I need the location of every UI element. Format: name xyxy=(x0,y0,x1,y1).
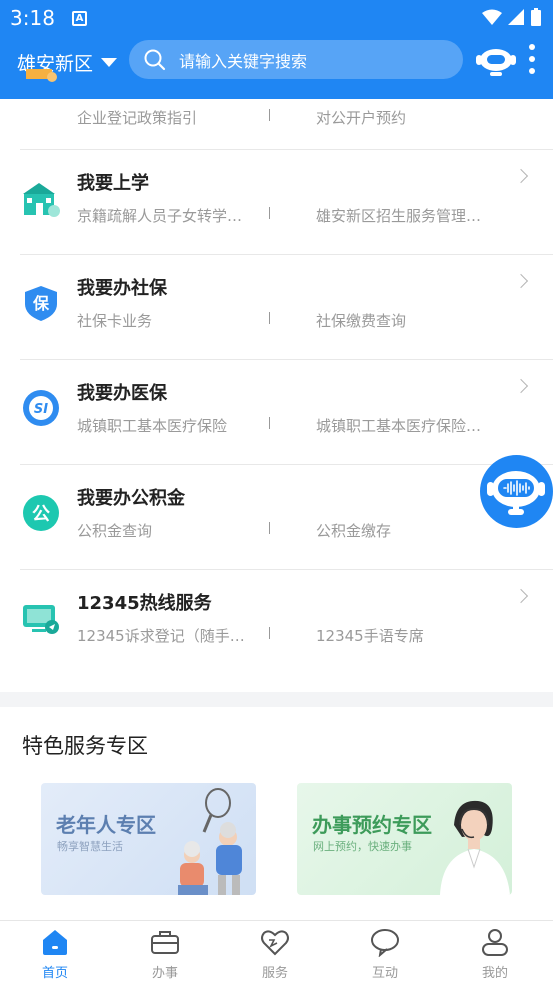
chevron-right-icon[interactable] xyxy=(513,588,529,604)
elderly-zone-card[interactable]: 老年人专区 畅享智慧生活 xyxy=(41,783,256,895)
chevron-right-icon[interactable] xyxy=(513,273,529,289)
home-icon xyxy=(43,930,67,955)
chevron-right-icon[interactable] xyxy=(513,378,529,394)
card-title: 老年人专区 xyxy=(56,813,156,837)
bottom-tab-bar: 首页 办事 服务 互动 我的 xyxy=(0,920,553,984)
floating-assistant-button[interactable] xyxy=(480,455,553,528)
system-icons xyxy=(482,8,541,26)
service-sub1[interactable]: 公积金查询 xyxy=(77,520,257,541)
service-sub2[interactable]: 雄安新区招生服务管理… xyxy=(316,205,501,226)
service-row-hotline[interactable]: 12345热线服务 12345诉求登记（随手… 12345手语专席 xyxy=(0,569,553,674)
app-root: 3:18 A 雄安新区 请输入关键字搜索 企业登记政策指引 对公开户预约 我要上… xyxy=(0,0,553,984)
service-sub2[interactable]: 对公开户预约 xyxy=(316,107,501,128)
tab-interact[interactable]: 互动 xyxy=(330,921,440,984)
service-sub2[interactable]: 城镇职工基本医疗保险… xyxy=(316,415,501,436)
service-row-housing-fund[interactable]: 公 我要办公积金 公积金查询 公积金缴存 xyxy=(0,464,553,569)
briefcase-icon xyxy=(151,931,179,954)
status-time: 3:18 xyxy=(10,6,55,30)
separator xyxy=(269,312,270,324)
tab-affairs[interactable]: 办事 xyxy=(110,921,220,984)
service-sub2[interactable]: 社保缴费查询 xyxy=(316,310,501,331)
divider xyxy=(20,464,553,465)
wifi-icon xyxy=(482,9,502,25)
section-gap xyxy=(0,692,553,707)
tab-label: 互动 xyxy=(371,966,398,981)
school-icon xyxy=(23,183,60,217)
service-title: 我要办医保 xyxy=(77,383,167,404)
service-sub1[interactable]: 社保卡业务 xyxy=(77,310,257,331)
divider xyxy=(20,359,553,360)
service-title: 我要办公积金 xyxy=(77,488,185,509)
service-row-medical-insurance[interactable]: SI 我要办医保 城镇职工基本医疗保险 城镇职工基本医疗保险… xyxy=(0,359,553,464)
separator xyxy=(269,207,270,219)
tab-mine[interactable]: 我的 xyxy=(440,921,550,984)
medical-insurance-icon: SI xyxy=(23,390,59,426)
tab-service[interactable]: 服务 xyxy=(220,921,330,984)
user-icon xyxy=(482,929,508,956)
shield-icon: 保 xyxy=(25,286,57,321)
chat-bubble-icon xyxy=(371,929,399,957)
service-sub1[interactable]: 京籍疏解人员子女转学… xyxy=(77,205,257,226)
divider xyxy=(20,254,553,255)
service-row-partial[interactable]: 企业登记政策指引 对公开户预约 xyxy=(0,51,553,156)
service-title: 12345热线服务 xyxy=(77,593,212,614)
hotline-computer-icon xyxy=(23,605,59,634)
enterprise-icon xyxy=(26,69,57,82)
housing-fund-icon: 公 xyxy=(23,495,59,531)
card-subtitle: 网上预约，快速办事 xyxy=(313,840,412,853)
medical-insurance-icon-text: SI xyxy=(34,402,48,417)
heart-icon xyxy=(261,930,289,956)
separator xyxy=(269,417,270,429)
assistant-robot-icon xyxy=(487,471,545,515)
tab-label: 我的 xyxy=(481,966,508,981)
tab-label: 办事 xyxy=(151,966,178,981)
service-sub2[interactable]: 公积金缴存 xyxy=(316,520,501,541)
elderly-couple-illustration xyxy=(178,788,242,895)
notification-a-icon: A xyxy=(72,11,87,26)
service-sub1[interactable]: 城镇职工基本医疗保险 xyxy=(77,415,257,436)
service-sub1[interactable]: 企业登记政策指引 xyxy=(77,107,257,128)
divider xyxy=(20,149,553,150)
tab-label: 服务 xyxy=(261,966,288,981)
tab-home[interactable]: 首页 xyxy=(0,921,110,984)
customer-service-agent-illustration xyxy=(440,800,510,895)
battery-icon xyxy=(531,8,541,26)
tab-label: 首页 xyxy=(41,966,68,981)
featured-section-title: 特色服务专区 xyxy=(22,734,148,758)
service-row-social-insurance[interactable]: 保 我要办社保 社保卡业务 社保缴费查询 xyxy=(0,254,553,359)
signal-icon xyxy=(508,8,524,25)
shield-icon-text: 保 xyxy=(32,294,50,313)
card-title: 办事预约专区 xyxy=(312,813,432,837)
appointment-zone-card[interactable]: 办事预约专区 网上预约，快速办事 xyxy=(297,783,512,895)
separator xyxy=(269,109,270,121)
service-sub2[interactable]: 12345手语专席 xyxy=(316,625,501,646)
housing-fund-icon-text: 公 xyxy=(32,504,50,525)
service-sub1[interactable]: 12345诉求登记（随手… xyxy=(77,625,257,646)
service-row-school[interactable]: 我要上学 京籍疏解人员子女转学… 雄安新区招生服务管理… xyxy=(0,149,553,254)
divider xyxy=(20,569,553,570)
service-title: 我要上学 xyxy=(77,173,149,194)
separator xyxy=(269,627,270,639)
card-subtitle: 畅享智慧生活 xyxy=(57,840,123,853)
separator xyxy=(269,522,270,534)
status-bar: 3:18 A xyxy=(0,0,553,36)
service-title: 我要办社保 xyxy=(77,278,167,299)
chevron-right-icon[interactable] xyxy=(513,168,529,184)
